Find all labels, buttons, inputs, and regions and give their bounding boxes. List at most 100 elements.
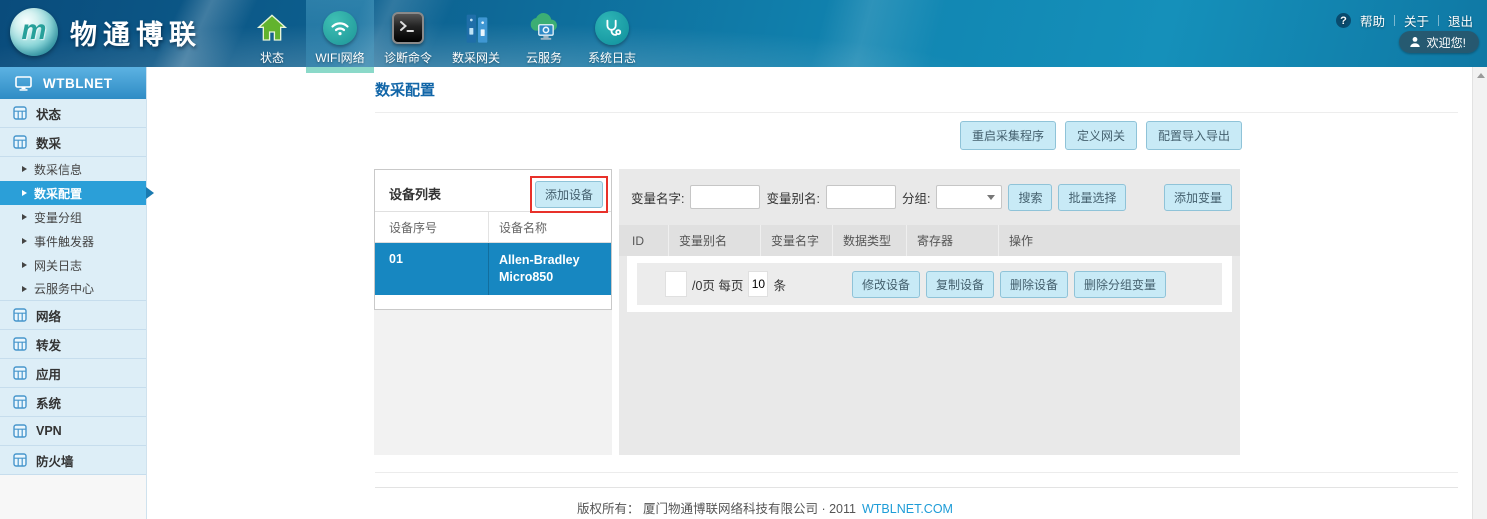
variable-filter-row: 变量名字: 变量别名: 分组: 搜索 批量选择 添加变量 — [631, 184, 1232, 210]
click-annotation-box: 添加设备 — [530, 176, 608, 213]
table-icon — [13, 135, 27, 149]
device-name-column-header: 设备名称 — [488, 212, 611, 242]
pagination-bar: /0页 每页 条 修改设备 复制设备 删除设备 删除分组变量 — [637, 263, 1222, 305]
cloud-service-icon — [527, 10, 561, 46]
modify-device-button[interactable]: 修改设备 — [852, 271, 920, 298]
brand-name: 物通博联 — [70, 13, 202, 52]
gateway-icon — [460, 10, 492, 46]
sidebar-item-forward[interactable]: 转发 — [0, 330, 146, 359]
top-nav: 状态 WIFI网络 — [238, 0, 646, 67]
group-select[interactable] — [936, 185, 1002, 209]
footer: 版权所有： 厦门物通博联网络科技有限公司 · 2011 WTBLNET.COM — [375, 498, 1155, 517]
nav-item-diagnostics[interactable]: 诊断命令 — [374, 0, 442, 67]
nav-item-wifi[interactable]: WIFI网络 — [306, 0, 374, 67]
wifi-icon — [323, 10, 357, 46]
page-suffix: /0页 — [692, 275, 715, 294]
device-no-column-header: 设备序号 — [375, 219, 488, 236]
vertical-scrollbar[interactable] — [1472, 67, 1487, 519]
header-decoration — [0, 0, 1487, 67]
copy-device-button[interactable]: 复制设备 — [926, 271, 994, 298]
content-bottom-divider — [375, 472, 1458, 473]
nav-item-cloud[interactable]: 云服务 — [510, 0, 578, 67]
define-gateway-button[interactable]: 定义网关 — [1065, 121, 1137, 150]
about-link[interactable]: 关于 — [1404, 11, 1429, 30]
device-empty-row — [375, 295, 611, 309]
nav-item-status[interactable]: 状态 — [238, 0, 306, 67]
column-actions: 操作 — [999, 225, 1240, 256]
title-divider — [375, 112, 1458, 113]
sidebar-item-dataacq-info[interactable]: 数采信息 — [0, 157, 146, 181]
sidebar-header: WTBLNET — [0, 67, 146, 99]
scroll-up-arrow-icon[interactable] — [1473, 67, 1487, 83]
sidebar-item-event-trigger[interactable]: 事件触发器 — [0, 229, 146, 253]
link-separator — [1394, 15, 1395, 26]
device-action-buttons: 修改设备 复制设备 删除设备 删除分组变量 — [852, 271, 1166, 298]
device-list-title: 设备列表 — [389, 184, 441, 203]
delete-group-variable-button[interactable]: 删除分组变量 — [1074, 271, 1166, 298]
table-icon — [13, 395, 27, 409]
home-icon — [256, 10, 288, 46]
page-title: 数采配置 — [375, 79, 435, 100]
device-row-selected[interactable]: 01 Allen-Bradley Micro850 — [375, 243, 611, 295]
table-icon — [13, 424, 27, 438]
column-datatype: 数据类型 — [833, 225, 907, 256]
page: m 物通博联 状态 — [0, 0, 1487, 519]
sidebar-item-dataacq-config[interactable]: 数采配置 — [0, 181, 146, 205]
sidebar-item-network[interactable]: 网络 — [0, 301, 146, 330]
table-icon — [13, 453, 27, 467]
table-icon — [13, 308, 27, 322]
sidebar-title: WTBLNET — [43, 76, 112, 91]
sidebar-item-vpn[interactable]: VPN — [0, 417, 146, 446]
sidebar-item-firewall[interactable]: 防火墙 — [0, 446, 146, 475]
sidebar-item-dataacq[interactable]: 数采 — [0, 128, 146, 157]
sidebar-item-cloud-center[interactable]: 云服务中心 — [0, 277, 146, 301]
column-register: 寄存器 — [907, 225, 999, 256]
sidebar-item-system[interactable]: 系统 — [0, 388, 146, 417]
logout-link[interactable]: 退出 — [1448, 11, 1473, 30]
sidebar-item-gateway-log[interactable]: 网关日志 — [0, 253, 146, 277]
per-page-label: 每页 — [718, 275, 743, 294]
nav-item-syslog[interactable]: 系统日志 — [578, 0, 646, 67]
variable-panel: 变量名字: 变量别名: 分组: 搜索 批量选择 添加变量 ID 变量别名 变量名… — [619, 169, 1240, 455]
welcome-badge[interactable]: 欢迎您! — [1399, 31, 1479, 53]
delete-device-button[interactable]: 删除设备 — [1000, 271, 1068, 298]
sidebar-item-application[interactable]: 应用 — [0, 359, 146, 388]
variable-name-input[interactable] — [690, 185, 760, 209]
help-link[interactable]: 帮助 — [1360, 11, 1385, 30]
device-no-cell: 01 — [375, 243, 488, 295]
batch-select-button[interactable]: 批量选择 — [1058, 184, 1126, 211]
restart-collector-button[interactable]: 重启采集程序 — [960, 121, 1056, 150]
toolbar: 重启采集程序 定义网关 配置导入导出 — [960, 121, 1242, 150]
brand-logo: m 物通博联 — [10, 8, 202, 56]
top-header: m 物通博联 状态 — [0, 0, 1487, 67]
table-icon — [13, 337, 27, 351]
add-variable-button[interactable]: 添加变量 — [1164, 184, 1232, 211]
sidebar-item-variable-group[interactable]: 变量分组 — [0, 205, 146, 229]
sidebar-item-status[interactable]: 状态 — [0, 99, 146, 128]
brand-logo-icon: m — [10, 8, 58, 56]
device-name-cell: Allen-Bradley Micro850 — [488, 243, 611, 295]
monitor-icon — [15, 76, 32, 91]
nav-item-gateway[interactable]: 数采网关 — [442, 0, 510, 67]
copyright-text: 版权所有： 厦门物通博联网络科技有限公司 · 2011 — [577, 502, 856, 516]
table-icon — [13, 106, 27, 120]
terminal-icon — [392, 10, 424, 46]
per-page-input[interactable] — [748, 271, 768, 297]
variable-name-label: 变量名字: — [631, 188, 684, 207]
device-table-header: 设备序号 设备名称 — [375, 212, 611, 243]
welcome-text: 欢迎您! — [1427, 34, 1466, 51]
variable-alias-label: 变量别名: — [766, 188, 819, 207]
variable-table-header: ID 变量别名 变量名字 数据类型 寄存器 操作 — [619, 225, 1240, 256]
footer-link[interactable]: WTBLNET.COM — [862, 502, 953, 516]
page-number-input[interactable] — [665, 271, 687, 297]
stethoscope-icon — [595, 10, 629, 46]
table-icon — [13, 366, 27, 380]
config-import-export-button[interactable]: 配置导入导出 — [1146, 121, 1242, 150]
link-separator — [1438, 15, 1439, 26]
header-links: ? 帮助 关于 退出 — [1336, 11, 1473, 30]
add-device-button[interactable]: 添加设备 — [535, 181, 603, 208]
device-list-panel: 设备列表 添加设备 设备序号 设备名称 01 Allen-Bradley Mic… — [374, 169, 612, 310]
variable-alias-input[interactable] — [826, 185, 896, 209]
footer-divider — [375, 487, 1458, 488]
search-button[interactable]: 搜索 — [1008, 184, 1052, 211]
